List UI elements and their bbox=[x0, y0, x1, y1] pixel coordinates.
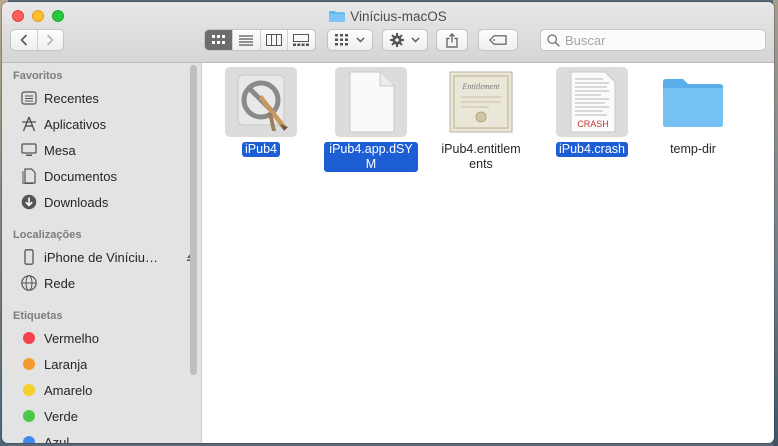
window-title-bar: Vinícius-macOS bbox=[2, 8, 774, 26]
sidebar-item-label: iPhone de Vinícius… bbox=[44, 249, 160, 265]
navigation-buttons bbox=[10, 29, 64, 51]
sidebar-item-tag-azul[interactable]: Azul bbox=[20, 431, 190, 443]
sidebar-item-tag-laranja[interactable]: Laranja bbox=[20, 353, 190, 375]
sidebar: Favoritos Recentes Aplicativos Mesa Docu… bbox=[2, 63, 202, 443]
tag-color-icon bbox=[20, 433, 38, 443]
desktop-icon bbox=[20, 141, 38, 159]
file-item-ipub4-crash[interactable]: CRASH iPub4.crash bbox=[545, 67, 639, 158]
iphone-icon bbox=[20, 248, 38, 266]
back-button[interactable] bbox=[11, 30, 38, 50]
share-icon bbox=[446, 32, 458, 48]
column-view-button[interactable] bbox=[261, 30, 288, 50]
chevron-right-icon bbox=[47, 34, 54, 46]
file-item-ipub4-entitlements[interactable]: Entitlement iPub4.entitlements bbox=[434, 67, 528, 173]
sidebar-item-label: Azul bbox=[44, 434, 70, 444]
sidebar-item-label: Amarelo bbox=[44, 382, 93, 398]
sidebar-item-tag-vermelho[interactable]: Vermelho bbox=[20, 327, 190, 349]
chevron-down-icon bbox=[356, 37, 365, 43]
tag-color-icon bbox=[20, 381, 38, 399]
tags-header: Etiquetas bbox=[13, 310, 63, 322]
file-browser-area: iPub4 iPub4.app.dSYM Entitlement iPub4.e… bbox=[202, 63, 774, 443]
columns-icon bbox=[265, 34, 282, 46]
sidebar-item-label: Downloads bbox=[44, 194, 109, 210]
forward-button[interactable] bbox=[38, 30, 64, 50]
sidebar-item-label: Laranja bbox=[44, 356, 88, 372]
app-icon bbox=[225, 67, 297, 137]
crash-log-icon: CRASH bbox=[556, 67, 628, 137]
file-name: temp-dir bbox=[670, 142, 716, 156]
sidebar-item-mesa[interactable]: Mesa bbox=[20, 139, 190, 161]
network-icon bbox=[20, 274, 38, 292]
search-icon bbox=[547, 33, 560, 47]
sidebar-item-label: Rede bbox=[44, 275, 76, 291]
applications-icon bbox=[20, 115, 38, 133]
sidebar-scrollbar[interactable] bbox=[190, 65, 197, 375]
list-view-button[interactable] bbox=[233, 30, 261, 50]
crash-label: CRASH bbox=[577, 119, 609, 129]
sidebar-item-tag-verde[interactable]: Verde bbox=[20, 405, 190, 427]
sidebar-item-label: Verde bbox=[44, 408, 78, 424]
sidebar-item-documentos[interactable]: Documentos bbox=[20, 165, 190, 187]
sidebar-item-label: Recentes bbox=[44, 90, 99, 106]
gallery-view-button[interactable] bbox=[288, 30, 315, 50]
file-name: iPub4 bbox=[242, 142, 280, 157]
tag-icon bbox=[489, 35, 507, 45]
view-mode-control bbox=[204, 29, 316, 51]
sidebar-item-label: Vermelho bbox=[44, 330, 99, 346]
file-item-temp-dir[interactable]: temp-dir bbox=[646, 67, 740, 158]
certificate-icon: Entitlement bbox=[445, 67, 517, 137]
sidebar-item-aplicativos[interactable]: Aplicativos bbox=[20, 113, 190, 135]
file-item-ipub4[interactable]: iPub4 bbox=[214, 67, 308, 158]
sidebar-item-label: Documentos bbox=[44, 168, 117, 184]
icon-view-button[interactable] bbox=[205, 30, 234, 50]
clock-icon bbox=[20, 89, 38, 107]
search-field[interactable] bbox=[540, 29, 766, 51]
file-name: iPub4.entitlements bbox=[441, 142, 521, 171]
certificate-title: Entitlement bbox=[462, 82, 501, 91]
share-button[interactable] bbox=[436, 29, 468, 51]
sidebar-item-label: Mesa bbox=[44, 142, 76, 158]
folder-icon bbox=[329, 9, 346, 22]
tag-color-icon bbox=[20, 355, 38, 373]
tag-color-icon bbox=[20, 329, 38, 347]
sidebar-item-tag-amarelo[interactable]: Amarelo bbox=[20, 379, 190, 401]
list-icon bbox=[239, 35, 254, 46]
favorites-header: Favoritos bbox=[13, 70, 63, 82]
window-title: Vinícius-macOS bbox=[350, 9, 447, 24]
group-by-button[interactable] bbox=[327, 29, 373, 51]
sidebar-item-downloads[interactable]: Downloads bbox=[20, 191, 190, 213]
gallery-icon bbox=[293, 34, 310, 46]
toolbar: Vinícius-macOS bbox=[2, 2, 774, 63]
document-icon bbox=[335, 67, 407, 137]
action-button[interactable] bbox=[382, 29, 428, 51]
grid-group-icon bbox=[335, 34, 348, 46]
sidebar-item-rede[interactable]: Rede bbox=[20, 272, 190, 294]
sidebar-item-recentes[interactable]: Recentes bbox=[20, 87, 190, 109]
finder-window: Vinícius-macOS Buscar Favoritos Recentes… bbox=[2, 2, 774, 443]
chevron-down-icon bbox=[411, 37, 420, 43]
tag-color-icon bbox=[20, 407, 38, 425]
search-input[interactable] bbox=[565, 32, 755, 48]
gear-icon bbox=[390, 33, 404, 47]
grid-icon bbox=[211, 35, 225, 44]
document-icon bbox=[20, 167, 38, 185]
sidebar-item-iphone[interactable]: iPhone de Vinícius… bbox=[20, 246, 195, 268]
file-name: iPub4.crash bbox=[555, 142, 628, 157]
download-icon bbox=[20, 193, 38, 211]
chevron-left-icon bbox=[20, 34, 27, 46]
file-name: iPub4.app.dSYM bbox=[324, 142, 418, 172]
edit-tags-button[interactable] bbox=[478, 29, 518, 51]
sidebar-item-label: Aplicativos bbox=[44, 116, 107, 132]
file-item-ipub4-app-dsym[interactable]: iPub4.app.dSYM bbox=[324, 67, 418, 173]
folder-icon bbox=[657, 67, 729, 137]
locations-header: Localizações bbox=[13, 229, 82, 241]
